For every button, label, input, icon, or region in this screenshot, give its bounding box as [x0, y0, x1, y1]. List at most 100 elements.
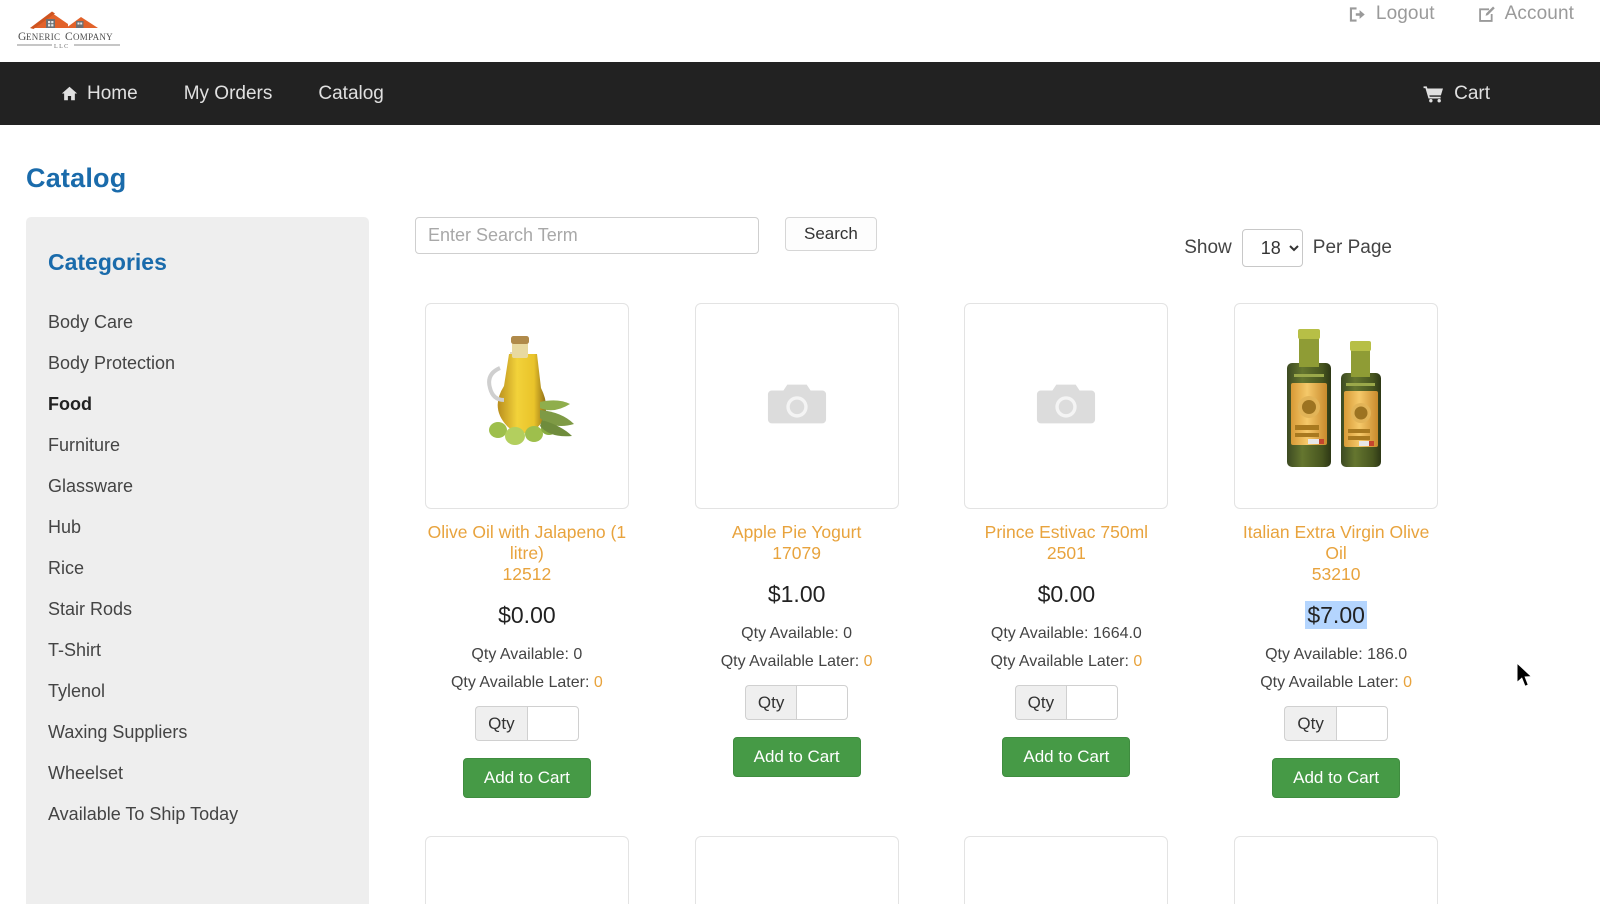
- category-list-item: T-Shirt: [26, 630, 369, 671]
- page-content: Categories Body Care Body Protection Food F…: [0, 194, 1600, 904]
- nav-item-my-orders[interactable]: My Orders: [161, 62, 296, 125]
- shopping-cart-icon: [1423, 85, 1444, 103]
- qty-available: Qty Available: 186.0: [1224, 646, 1448, 664]
- qty-input[interactable]: [1335, 706, 1388, 741]
- product-thumbnail[interactable]: [964, 836, 1169, 904]
- add-to-cart-button[interactable]: Add to Cart: [1272, 758, 1401, 798]
- category-link[interactable]: Body Protection: [26, 343, 369, 384]
- qty-input[interactable]: [1066, 685, 1119, 720]
- product-grid: Olive Oil with Jalapeno (1 litre) 12512 …: [415, 303, 1574, 798]
- qty-available: Qty Available: 0: [415, 646, 639, 664]
- category-list-item: Wheelset: [26, 753, 369, 794]
- add-to-cart-button[interactable]: Add to Cart: [1002, 737, 1131, 777]
- categories-sidebar: Categories Body Care Body Protection Food F…: [26, 217, 369, 904]
- qty-available-later-label: Qty Available Later:: [1260, 674, 1404, 691]
- svg-text:LLC: LLC: [54, 44, 70, 50]
- product-grid-row-2: [415, 836, 1574, 904]
- product-thumbnail[interactable]: [424, 303, 629, 509]
- product-thumbnail[interactable]: [694, 303, 899, 509]
- category-list-item: Glassware: [26, 466, 369, 507]
- cart-label: Cart: [1454, 82, 1490, 104]
- per-page-select[interactable]: 18: [1241, 229, 1303, 267]
- qty-available-later: Qty Available Later: 0: [415, 674, 639, 692]
- product-thumbnail[interactable]: [424, 836, 629, 904]
- product-thumbnail[interactable]: [1234, 303, 1439, 509]
- product-price: $1.00: [685, 581, 909, 608]
- category-link[interactable]: Glassware: [26, 466, 369, 507]
- product-price-value: $7.00: [1305, 601, 1367, 629]
- catalog-toolbar: Search Show 18 Per Page: [415, 217, 1574, 277]
- categories-heading: Categories: [48, 249, 167, 275]
- search-button[interactable]: Search: [785, 217, 877, 251]
- product-card: Prince Estivac 750ml 2501 $0.00 Qty Avai…: [955, 303, 1179, 798]
- product-thumbnail[interactable]: [964, 303, 1169, 509]
- category-link[interactable]: Food: [26, 384, 369, 425]
- category-link[interactable]: Furniture: [26, 425, 369, 466]
- olive-oil-bottle-image: [452, 324, 602, 489]
- category-link[interactable]: Hub: [26, 507, 369, 548]
- qty-available-later-value: 0: [863, 653, 873, 670]
- product-sku: 12512: [502, 564, 552, 584]
- category-link[interactable]: T-Shirt: [26, 630, 369, 671]
- camera-placeholder-icon: [767, 384, 826, 423]
- search-input[interactable]: [415, 217, 759, 254]
- product-sku: 53210: [1311, 564, 1361, 584]
- product-name-link[interactable]: Apple Pie Yogurt: [692, 522, 902, 543]
- cart-link[interactable]: Cart: [1423, 83, 1490, 105]
- camera-placeholder-icon: [1035, 373, 1097, 440]
- category-link[interactable]: Body Care: [26, 302, 369, 343]
- account-link[interactable]: Account: [1477, 3, 1574, 25]
- product-price-value: $1.00: [767, 581, 826, 607]
- qty-available-label: Qty Available:: [990, 625, 1093, 642]
- home-icon: [61, 85, 78, 102]
- product-card: Olive Oil with Jalapeno (1 litre) 12512 …: [415, 303, 639, 798]
- svg-text:ENERIC: ENERIC: [26, 32, 60, 42]
- qty-available-later: Qty Available Later: 0: [955, 653, 1179, 671]
- product-thumbnail[interactable]: [694, 836, 899, 904]
- nav-item-home[interactable]: Home: [38, 62, 161, 125]
- two-olive-oil-bottles-image: [1261, 321, 1411, 491]
- add-to-cart-button[interactable]: Add to Cart: [732, 737, 861, 777]
- qty-available-later: Qty Available Later: 0: [685, 653, 909, 671]
- navbar-right: Cart: [1423, 83, 1490, 105]
- pencil-square-icon: [1477, 5, 1496, 24]
- qty-available: Qty Available: 0: [685, 625, 909, 643]
- svg-text:OMPANY: OMPANY: [73, 32, 113, 42]
- product-price-value: $0.00: [498, 602, 556, 628]
- category-link[interactable]: Available To Ship Today: [26, 794, 369, 835]
- product-name-link[interactable]: Prince Estivac 750ml: [961, 522, 1171, 543]
- category-list-item: Stair Rods: [26, 589, 369, 630]
- qty-available-label: Qty Available:: [741, 625, 844, 642]
- nav-item-home-label: Home: [87, 83, 138, 104]
- top-links: Logout Account: [1348, 3, 1574, 25]
- product-card: [415, 836, 639, 904]
- qty-available-later-label: Qty Available Later:: [450, 674, 594, 691]
- category-link[interactable]: Wheelset: [26, 753, 369, 794]
- qty-input[interactable]: [526, 706, 579, 741]
- qty-input-group: Qty: [955, 685, 1179, 720]
- qty-input-group: Qty: [1224, 706, 1448, 741]
- product-price-value: $0.00: [1037, 581, 1096, 607]
- category-link[interactable]: Rice: [26, 548, 369, 589]
- product-price: $0.00: [955, 581, 1179, 608]
- nav-item-catalog[interactable]: Catalog: [295, 62, 407, 125]
- add-to-cart-button[interactable]: Add to Cart: [462, 758, 591, 798]
- product-name-link[interactable]: Olive Oil with Jalapeno (1 litre): [422, 522, 632, 564]
- qty-input[interactable]: [796, 685, 849, 720]
- product-thumbnail[interactable]: [1234, 836, 1439, 904]
- category-link[interactable]: Stair Rods: [26, 589, 369, 630]
- category-list-item: Tylenol: [26, 671, 369, 712]
- company-logo[interactable]: G ENERIC C OMPANY LLC: [8, 2, 126, 52]
- category-link[interactable]: Tylenol: [26, 671, 369, 712]
- per-page-label: Per Page: [1312, 237, 1392, 258]
- category-list-item: Body Care: [26, 302, 369, 343]
- category-list-item: Food: [26, 384, 369, 425]
- page-title: Catalog: [26, 163, 127, 193]
- product-price: $0.00: [415, 602, 639, 629]
- logout-link[interactable]: Logout: [1348, 3, 1435, 25]
- qty-available-label: Qty Available:: [471, 646, 574, 663]
- qty-available-value: 0: [843, 625, 853, 642]
- product-name-link[interactable]: Italian Extra Virgin Olive Oil: [1231, 522, 1441, 564]
- qty-available-later-value: 0: [1403, 674, 1413, 691]
- category-link[interactable]: Waxing Suppliers: [26, 712, 369, 753]
